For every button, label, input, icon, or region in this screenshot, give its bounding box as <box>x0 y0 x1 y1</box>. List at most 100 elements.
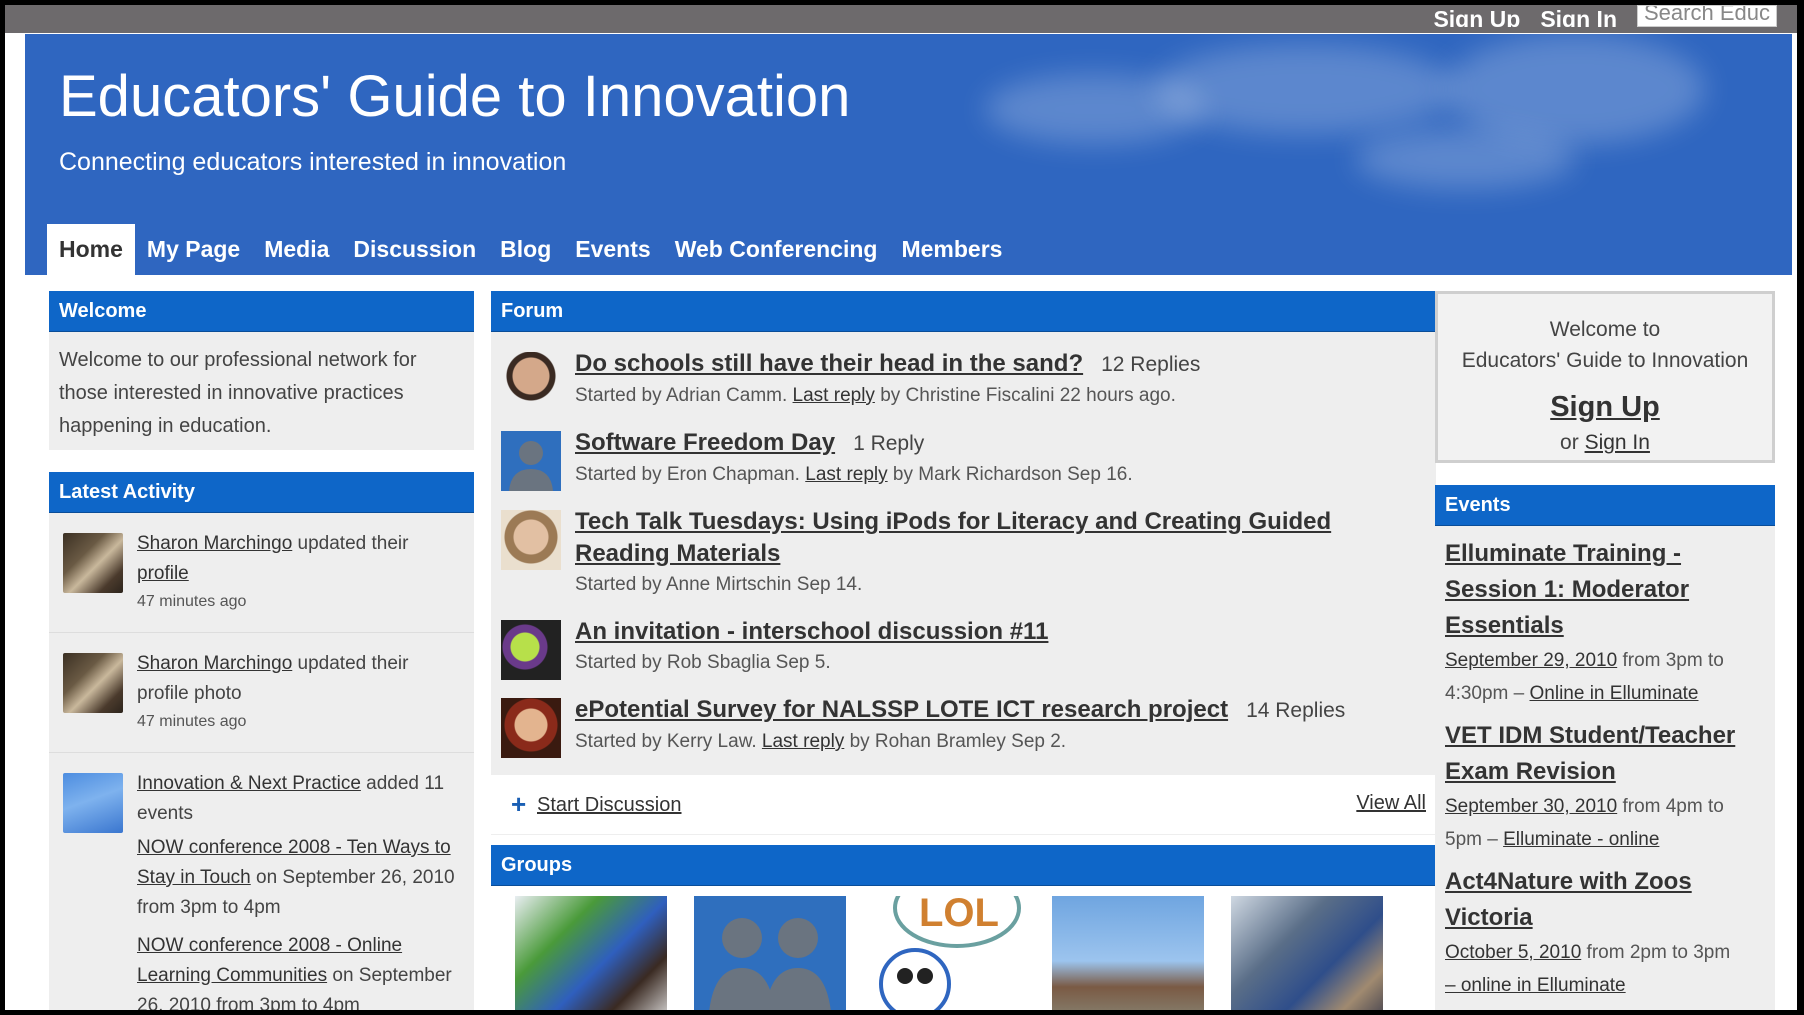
event-title-link[interactable]: VET IDM Student/Teacher Exam Revision <box>1445 718 1763 790</box>
tab-my-page[interactable]: My Page <box>135 224 252 275</box>
user-avatar[interactable] <box>501 698 561 758</box>
tab-members[interactable]: Members <box>889 224 1014 275</box>
activity-object-link[interactable]: profile <box>137 563 189 584</box>
user-avatar[interactable] <box>501 431 561 491</box>
forum-heading: Forum <box>491 291 1436 332</box>
signin-link[interactable]: Sign In <box>1585 431 1650 454</box>
cloud-decoration <box>1155 44 1455 134</box>
list-item: Sharon Marchingo updated their profile p… <box>49 633 474 753</box>
activity-time: 47 minutes ago <box>137 713 247 730</box>
tab-events[interactable]: Events <box>563 224 662 275</box>
tab-blog[interactable]: Blog <box>488 224 563 275</box>
cloud-decoration <box>1355 129 1575 189</box>
cloud-decoration <box>985 74 1205 144</box>
last-reply-link[interactable]: Last reply <box>762 731 844 752</box>
signup-welcome-line: Welcome to <box>1549 318 1661 341</box>
view-all-link[interactable]: View All <box>1356 789 1426 817</box>
top-search-input[interactable]: Search Educ <box>1637 5 1777 27</box>
activity-sub-item: NOW conference 2008 - Online Learning Co… <box>137 931 464 1010</box>
activity-user-link[interactable]: Innovation & Next Practice <box>137 773 361 794</box>
last-reply-link[interactable]: Last reply <box>805 464 887 485</box>
plus-icon[interactable]: + <box>511 789 526 819</box>
user-avatar[interactable] <box>501 352 561 412</box>
group-thumbnail[interactable] <box>1231 896 1383 1010</box>
tab-discussion[interactable]: Discussion <box>341 224 488 275</box>
group-avatar[interactable] <box>63 773 123 833</box>
signup-button[interactable]: Sign Up <box>1550 386 1660 428</box>
group-thumbnail[interactable] <box>694 896 846 1010</box>
forum-topic: An invitation - interschool discussion #… <box>491 608 1436 686</box>
topic-title-link[interactable]: Tech Talk Tuesdays: Using iPods for Lite… <box>575 508 1331 567</box>
event-date-link[interactable]: September 30, 2010 <box>1445 796 1617 817</box>
group-default-icon <box>709 918 831 1010</box>
activity-user-link[interactable]: Sharon Marchingo <box>137 533 292 554</box>
event-location-link[interactable]: Elluminate - online <box>1503 829 1659 850</box>
groups-heading: Groups <box>491 845 1436 886</box>
group-thumbnail[interactable] <box>515 896 667 1010</box>
tab-media[interactable]: Media <box>252 224 341 275</box>
event-date-link[interactable]: September 29, 2010 <box>1445 650 1617 671</box>
latest-activity-heading: Latest Activity <box>49 472 474 513</box>
last-reply-link[interactable]: Last reply <box>793 385 875 406</box>
top-links: Sign Up Sign In Search Educ <box>1433 5 1777 27</box>
event-date-link[interactable]: October 5, 2010 <box>1445 942 1581 963</box>
site-tagline: Connecting educators interested in innov… <box>59 148 567 176</box>
events-list: Elluminate Training - Session 1: Moderat… <box>1435 526 1775 1010</box>
top-signup-link[interactable]: Sign Up <box>1433 10 1520 27</box>
list-item: Innovation & Next Practice added 11 even… <box>49 753 474 1010</box>
forum-topic: Software Freedom Day 1 Reply Started by E… <box>491 419 1436 498</box>
groups-list: LOL <box>491 886 1436 1010</box>
topic-started: Started by Eron Chapman. <box>575 464 806 485</box>
topic-started: Started by Adrian Camm. <box>575 385 793 406</box>
topic-last-by: by Mark Richardson Sep 16. <box>887 464 1133 485</box>
reply-count: 14 Replies <box>1246 699 1346 722</box>
welcome-heading: Welcome <box>49 291 474 332</box>
user-avatar[interactable] <box>63 533 123 593</box>
group-thumbnail[interactable]: LOL <box>873 896 1025 1010</box>
event-item: Elluminate Training - Session 1: Moderat… <box>1445 536 1763 710</box>
topic-title-link[interactable]: ePotential Survey for NALSSP LOTE ICT re… <box>575 696 1228 723</box>
reply-count: 12 Replies <box>1101 353 1201 376</box>
user-avatar[interactable] <box>501 620 561 680</box>
list-item: Sharon Marchingo updated their profile 4… <box>49 513 474 633</box>
forum-topic: ePotential Survey for NALSSP LOTE ICT re… <box>491 686 1436 765</box>
main-content: Welcome Welcome to our professional netw… <box>25 275 1792 1010</box>
activity-user-link[interactable]: Sharon Marchingo <box>137 653 292 674</box>
event-time: from 2pm to 3pm <box>1581 942 1731 963</box>
top-signin-link[interactable]: Sign In <box>1540 10 1617 27</box>
default-avatar-icon <box>509 441 553 491</box>
left-column: Welcome Welcome to our professional netw… <box>49 291 474 1010</box>
topic-started: Started by Anne Mirtschin Sep 14. <box>575 574 863 595</box>
event-title-link[interactable]: Act4Nature with Zoos Victoria <box>1445 864 1763 936</box>
signup-site-name: Educators' Guide to Innovation <box>1461 349 1749 372</box>
topic-last-by: by Christine Fiscalini 22 hours ago. <box>874 385 1176 406</box>
forum-topic: Tech Talk Tuesdays: Using iPods for Lite… <box>491 498 1436 608</box>
topic-title-link[interactable]: Software Freedom Day <box>575 429 835 456</box>
signup-or-text: or <box>1560 431 1585 454</box>
event-location-link[interactable]: – online in Elluminate <box>1445 975 1626 996</box>
start-discussion-link[interactable]: Start Discussion <box>537 791 682 819</box>
welcome-text: Welcome to our professional network for … <box>49 332 474 450</box>
site-header: Educators' Guide to Innovation Connectin… <box>25 34 1792 275</box>
topic-title-link[interactable]: An invitation - interschool discussion #… <box>575 618 1048 645</box>
topic-started: Started by Rob Sbaglia Sep 5. <box>575 652 831 673</box>
tab-web-conferencing[interactable]: Web Conferencing <box>663 224 890 275</box>
activity-sub-item: NOW conference 2008 - Ten Ways to Stay i… <box>137 833 464 923</box>
site-title[interactable]: Educators' Guide to Innovation <box>59 64 850 130</box>
topic-started: Started by Kerry Law. <box>575 731 762 752</box>
activity-text: updated their <box>292 533 409 554</box>
user-avatar[interactable] <box>63 653 123 713</box>
event-title-link[interactable]: Elluminate Training - Session 1: Moderat… <box>1445 536 1763 644</box>
user-avatar[interactable] <box>501 510 561 570</box>
group-thumbnail[interactable] <box>1052 896 1204 1010</box>
reply-count: 1 Reply <box>853 432 925 455</box>
activity-time: 47 minutes ago <box>137 593 247 610</box>
topic-title-link[interactable]: Do schools still have their head in the … <box>575 350 1083 377</box>
event-item: VET IDM Student/Teacher Exam Revision Se… <box>1445 718 1763 856</box>
topic-last-by: by Rohan Bramley Sep 2. <box>844 731 1067 752</box>
forum-footer: + Start Discussion View All <box>491 775 1436 835</box>
event-location-link[interactable]: Online in Elluminate <box>1530 683 1699 704</box>
activity-list: Sharon Marchingo updated their profile 4… <box>49 513 474 1010</box>
tab-home[interactable]: Home <box>47 224 135 275</box>
top-bar: Sign Up Sign In Search Educ <box>5 5 1797 33</box>
